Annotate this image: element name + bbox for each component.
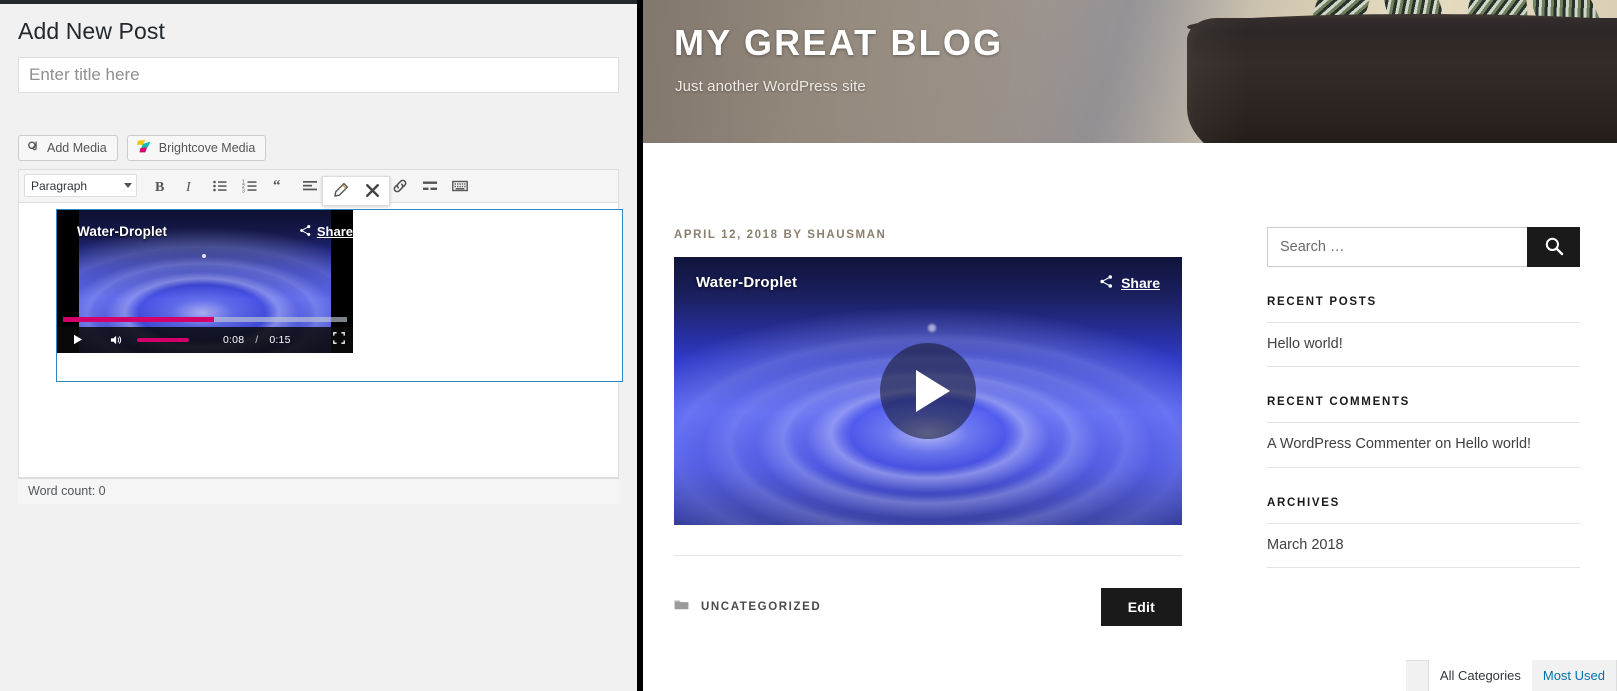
player-share-label: Share (316, 224, 353, 240)
search-icon (1544, 236, 1564, 259)
add-media-label: Add Media (47, 140, 107, 155)
paragraph-format-select[interactable]: Paragraph (24, 174, 137, 198)
time-separator: / (255, 333, 259, 346)
volume-button[interactable] (103, 334, 129, 346)
numbered-list-button[interactable]: 123 (235, 172, 265, 200)
italic-button[interactable]: I (175, 172, 205, 200)
brightcove-media-label: Brightcove Media (158, 140, 256, 155)
widget-recent-comments: RECENT COMMENTS A WordPress Commenter on… (1267, 396, 1580, 468)
player-time-display: 0:08 / 0:15 (223, 334, 291, 346)
widget-list: March 2018 (1267, 522, 1580, 568)
player-share-button[interactable]: Share (299, 224, 353, 240)
post-footer: UNCATEGORIZED Edit (674, 588, 1182, 626)
play-button[interactable] (65, 334, 91, 345)
search-input[interactable] (1267, 227, 1527, 267)
editor-container: Add New Post Add Media (0, 17, 637, 504)
bulleted-list-button[interactable] (205, 172, 235, 200)
widget-title: RECENT POSTS (1267, 296, 1377, 308)
widget-title: RECENT COMMENTS (1267, 396, 1411, 409)
site-sidebar: RECENT POSTS Hello world! RECENT COMMENT… (1243, 143, 1588, 626)
embedded-video-player[interactable]: Water-Droplet Share 0:08 / 0:15 (57, 209, 353, 353)
editor-content-area[interactable]: Water-Droplet Share 0:08 / 0:15 (19, 175, 623, 477)
align-left-button[interactable] (295, 172, 325, 200)
selected-video-embed-block[interactable]: Water-Droplet Share 0:08 / 0:15 (56, 175, 623, 382)
word-count-bar: Word count: 0 (18, 477, 619, 504)
list-item[interactable]: March 2018 (1267, 522, 1580, 568)
site-body: APRIL 12, 2018 BY SHAUSMAN Water-Droplet… (643, 143, 1617, 626)
post-category-line: UNCATEGORIZED (674, 598, 821, 616)
widget-list: Hello world! (1267, 322, 1580, 368)
tab-most-used[interactable]: Most Used (1531, 660, 1617, 691)
svg-text:“: “ (273, 178, 281, 194)
app-window: Add New Post Add Media (0, 0, 1617, 691)
water-droplet (928, 324, 936, 332)
brightcove-logo-icon (136, 139, 153, 157)
current-time: 0:08 (223, 333, 245, 346)
site-title: MY GREAT BLOG (674, 22, 1004, 63)
widget-recent-posts: RECENT POSTS Hello world! (1267, 296, 1580, 368)
widget-list: A WordPress Commenter on Hello world! (1267, 422, 1580, 468)
player-share-button[interactable]: Share (1099, 274, 1160, 292)
widget-title: ARCHIVES (1267, 496, 1341, 509)
category-tabs: All Categories Most Used (1405, 660, 1617, 691)
add-media-icon (27, 139, 41, 156)
post-title-input[interactable] (18, 56, 619, 93)
post-category-label[interactable]: UNCATEGORIZED (701, 601, 821, 613)
player-control-bar: 0:08 / 0:15 (57, 326, 353, 353)
player-share-label: Share (1121, 275, 1160, 291)
share-icon (299, 224, 312, 240)
media-buttons-row: Add Media Brightcove Media (18, 134, 619, 161)
list-item[interactable]: Hello world! (1267, 322, 1580, 368)
post-video-player[interactable]: Water-Droplet Share (674, 257, 1182, 525)
duration: 0:15 (269, 333, 291, 346)
search-submit-button[interactable] (1527, 227, 1580, 267)
site-header: MY GREAT BLOG Just another WordPress sit… (643, 0, 1617, 143)
site-preview-panel: MY GREAT BLOG Just another WordPress sit… (637, 0, 1617, 691)
bold-button[interactable]: B (145, 172, 175, 200)
keyboard-shortcuts-button[interactable] (445, 172, 475, 200)
play-button[interactable] (880, 343, 976, 439)
post-meta: APRIL 12, 2018 BY SHAUSMAN (674, 229, 887, 241)
list-item[interactable]: A WordPress Commenter on Hello world! (1267, 422, 1580, 468)
search-widget (1267, 227, 1580, 267)
player-progress-fill (63, 316, 214, 322)
post-divider (674, 555, 1182, 556)
plant-pot-image (1187, 18, 1617, 143)
add-media-button[interactable]: Add Media (18, 134, 118, 161)
edit-pencil-icon[interactable] (329, 180, 351, 202)
widget-link[interactable]: March 2018 (1267, 537, 1344, 553)
share-icon (1099, 274, 1114, 292)
edit-post-button[interactable]: Edit (1100, 588, 1182, 626)
chevron-down-icon (124, 183, 132, 189)
wp-admin-editor-panel: Add New Post Add Media (0, 0, 637, 691)
player-progress-bar[interactable] (63, 316, 347, 322)
player-video-title: Water-Droplet (77, 223, 168, 239)
player-video-title: Water-Droplet (696, 274, 798, 291)
volume-slider[interactable] (137, 337, 189, 342)
tabs-spacer (1405, 661, 1428, 691)
folder-icon (674, 598, 689, 616)
embed-edit-toolbar (322, 175, 390, 206)
post-content-column: APRIL 12, 2018 BY SHAUSMAN Water-Droplet… (643, 143, 1243, 626)
editor-frame: Paragraph B I 123 “ Water-Droplet Share … (18, 168, 623, 478)
play-triangle-icon (915, 370, 950, 412)
svg-text:I: I (185, 180, 192, 194)
svg-text:3: 3 (242, 188, 245, 194)
brightcove-media-button[interactable]: Brightcove Media (126, 134, 267, 161)
widget-link[interactable]: Hello world! (1267, 336, 1343, 352)
editor-toolbar: Paragraph B I 123 “ (19, 169, 618, 203)
read-more-button[interactable] (415, 172, 445, 200)
blockquote-button[interactable]: “ (265, 172, 295, 200)
page-title: Add New Post (18, 18, 165, 44)
tab-all-categories[interactable]: All Categories (1427, 660, 1533, 691)
word-count-label: Word count: 0 (28, 484, 106, 499)
paragraph-format-value: Paragraph (31, 178, 88, 193)
widget-archives: ARCHIVES March 2018 (1267, 497, 1580, 568)
fullscreen-button[interactable] (333, 332, 345, 347)
close-icon[interactable] (361, 180, 383, 202)
site-tagline: Just another WordPress site (675, 78, 866, 95)
svg-text:B: B (155, 180, 164, 194)
widget-link[interactable]: A WordPress Commenter on Hello world! (1267, 436, 1531, 452)
